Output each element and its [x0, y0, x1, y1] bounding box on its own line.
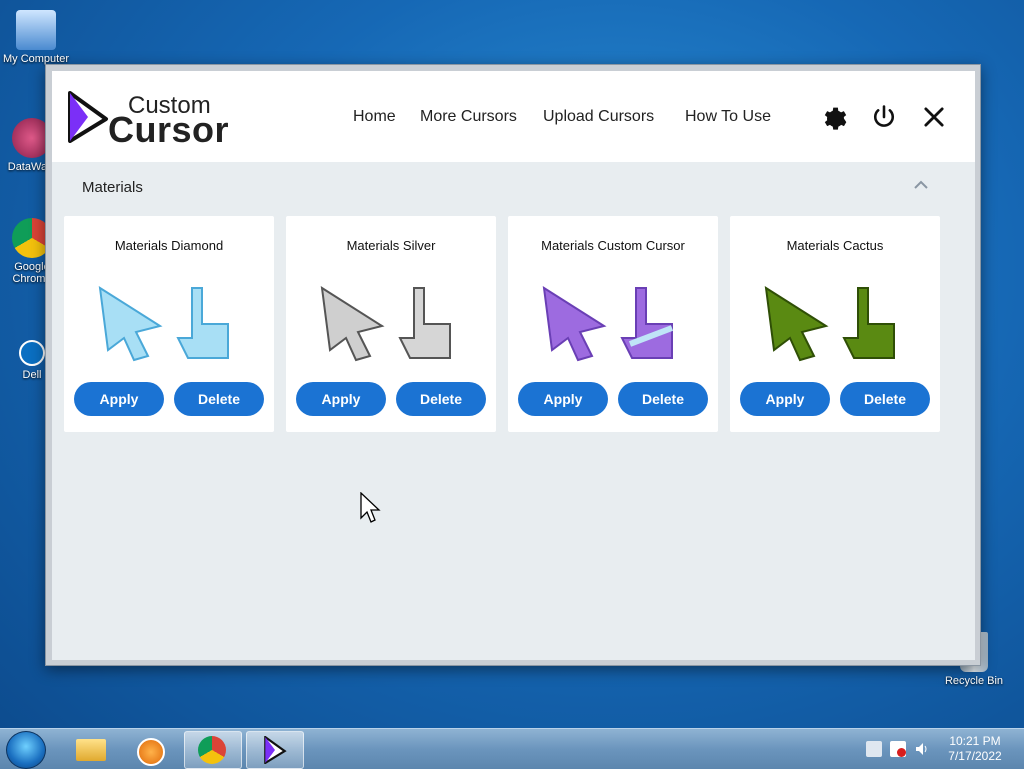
cursor-card-diamond: Materials Diamond Apply Delete — [64, 216, 274, 432]
nav-how-to-use[interactable]: How To Use — [685, 108, 771, 126]
delete-button[interactable]: Delete — [618, 382, 708, 416]
desktop-icon-my-computer[interactable]: My Computer — [0, 10, 72, 65]
cursor-preview-image — [764, 286, 895, 362]
gear-icon[interactable] — [819, 103, 847, 131]
taskbar: 10:21 PM 7/17/2022 — [0, 728, 1024, 769]
custom-cursor-window: Custom Cursor Home More Cursors Upload C… — [45, 64, 981, 666]
cursor-card-custom-cursor: Materials Custom Cursor Apply Delete — [508, 216, 718, 432]
system-clock[interactable]: 10:21 PM 7/17/2022 — [930, 734, 1020, 764]
folder-icon — [76, 739, 106, 761]
chrome-icon — [198, 736, 226, 764]
taskbar-custom-cursor[interactable] — [246, 731, 304, 769]
action-center-icon[interactable] — [890, 741, 906, 757]
card-title: Materials Custom Cursor — [541, 238, 685, 253]
card-title: Materials Silver — [346, 238, 436, 253]
chevron-up-icon[interactable] — [912, 178, 930, 192]
delete-button[interactable]: Delete — [396, 382, 486, 416]
volume-icon[interactable] — [914, 741, 930, 757]
taskbar-explorer[interactable] — [62, 731, 118, 767]
taskbar-chrome[interactable] — [184, 731, 242, 769]
dell-icon — [19, 340, 45, 366]
card-title: Materials Cactus — [786, 238, 884, 253]
custom-cursor-logo: Custom Cursor — [66, 89, 256, 150]
start-button[interactable] — [6, 731, 46, 769]
desktop-icon-label: Recycle Bin — [944, 675, 1004, 687]
power-icon[interactable] — [870, 103, 898, 131]
card-title: Materials Diamond — [114, 238, 224, 253]
nav-more-cursors[interactable]: More Cursors — [420, 108, 517, 126]
close-icon[interactable] — [920, 103, 948, 131]
mouse-pointer-icon — [360, 492, 381, 523]
cursor-preview-image — [542, 286, 674, 362]
nav-upload-cursors[interactable]: Upload Cursors — [543, 108, 654, 126]
apply-button[interactable]: Apply — [740, 382, 830, 416]
apply-button[interactable]: Apply — [518, 382, 608, 416]
clock-time: 10:21 PM — [949, 734, 1001, 748]
clock-date: 7/17/2022 — [948, 749, 1002, 763]
cursor-card-cactus: Materials Cactus Apply Delete — [730, 216, 940, 432]
error-icon — [897, 748, 906, 757]
cursor-card-silver: Materials Silver Apply Delete — [286, 216, 496, 432]
section-title: Materials — [82, 179, 143, 196]
cursor-preview-image — [98, 286, 229, 362]
delete-button[interactable]: Delete — [840, 382, 930, 416]
apply-button[interactable]: Apply — [74, 382, 164, 416]
computer-icon — [16, 10, 56, 50]
taskbar-media-player[interactable] — [122, 731, 178, 767]
media-player-icon — [137, 738, 165, 766]
cursor-preview-image — [320, 286, 451, 362]
delete-button[interactable]: Delete — [174, 382, 264, 416]
app-content: Custom Cursor Home More Cursors Upload C… — [52, 71, 975, 660]
apply-button[interactable]: Apply — [296, 382, 386, 416]
app-header: Custom Cursor Home More Cursors Upload C… — [52, 71, 975, 162]
network-icon[interactable] — [866, 741, 882, 757]
nav-home[interactable]: Home — [353, 108, 396, 126]
logo-text-cursor: Cursor — [108, 109, 230, 150]
custom-cursor-icon — [264, 736, 287, 764]
logo-arrow-icon — [68, 91, 108, 143]
